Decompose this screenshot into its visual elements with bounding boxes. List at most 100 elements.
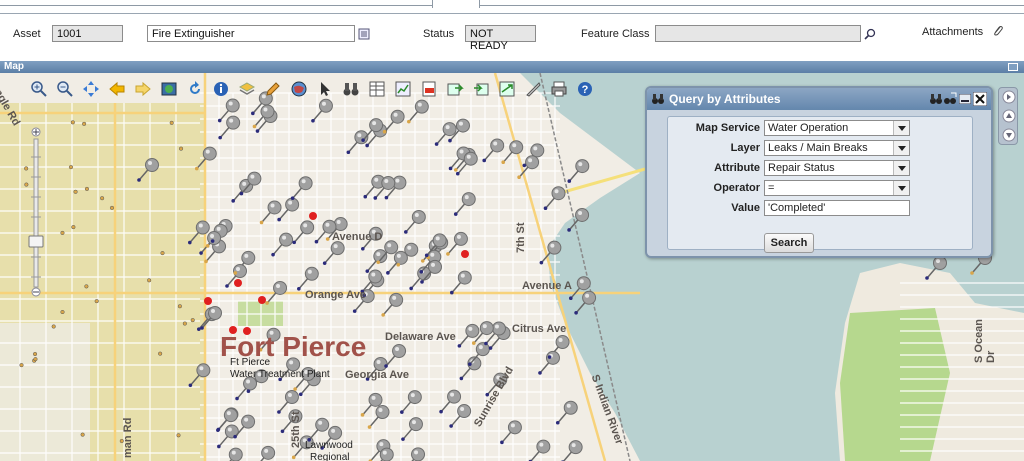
table-icon[interactable] — [366, 78, 388, 100]
globe-icon[interactable] — [288, 78, 310, 100]
point-marker — [322, 261, 327, 265]
feature-class-label: Feature Class — [581, 28, 650, 40]
georgia-ave-label: Georgia Ave — [345, 369, 409, 381]
citrus-ave-label: Citrus Ave — [512, 323, 567, 335]
chevron-down-icon[interactable] — [893, 141, 909, 155]
selected-marker[interactable] — [309, 212, 317, 220]
delaware-ave-label: Delaware Ave — [385, 331, 456, 343]
point-marker — [188, 383, 193, 388]
point-marker — [216, 428, 220, 432]
point-marker — [567, 228, 571, 232]
value-row: Value 'Completed' — [668, 199, 972, 217]
status-field: NOT READY — [465, 25, 536, 52]
attachments-label: Attachments — [922, 26, 984, 38]
binoculars-icon[interactable] — [340, 78, 362, 100]
search-icon[interactable] — [864, 28, 876, 40]
point-marker — [376, 260, 381, 265]
avenue-a-label: Avenue A — [522, 280, 572, 292]
point-marker — [178, 146, 184, 151]
point-marker — [33, 351, 38, 357]
layers-icon[interactable] — [236, 78, 258, 100]
sync-icon[interactable] — [496, 78, 518, 100]
chevron-down-icon[interactable] — [893, 161, 909, 175]
binoculars-icon — [652, 94, 664, 104]
point-marker — [70, 120, 75, 125]
point-marker — [538, 371, 542, 375]
measure-icon[interactable] — [522, 78, 544, 100]
select-arrow-icon[interactable] — [314, 78, 336, 100]
asset-field[interactable]: 1001 — [52, 25, 123, 42]
layer-row: Layer Leaks / Main Breaks — [668, 139, 972, 157]
lawnwood-label-2: Regional — [310, 452, 350, 461]
point-marker — [84, 284, 89, 289]
map-view[interactable]: Fort Pierce Ft Pierce Water Treatment Pl… — [0, 73, 1024, 461]
point-marker — [94, 299, 99, 304]
point-marker — [543, 206, 548, 211]
point-marker — [84, 186, 89, 191]
point-marker — [360, 413, 365, 417]
point-marker — [217, 118, 222, 123]
refresh-icon[interactable] — [184, 78, 206, 100]
point-marker — [277, 217, 281, 222]
point-marker — [970, 271, 974, 275]
chevron-down-icon[interactable] — [893, 121, 909, 135]
selected-marker[interactable] — [204, 297, 212, 305]
list-icon[interactable] — [358, 28, 370, 40]
paperclip-icon[interactable] — [992, 25, 1004, 37]
point-marker — [482, 158, 487, 163]
zoom-in-icon[interactable] — [28, 78, 50, 100]
point-marker — [68, 165, 74, 170]
point-marker — [448, 138, 452, 143]
selected-marker[interactable] — [258, 296, 266, 304]
point-marker — [271, 252, 275, 257]
map-toolbar: ? — [28, 77, 596, 101]
binoculars-icon[interactable] — [929, 92, 943, 106]
description-field[interactable]: Fire Extinguisher — [147, 25, 355, 42]
point-marker — [409, 286, 413, 291]
point-marker — [147, 278, 152, 283]
identify-icon[interactable] — [943, 92, 957, 106]
layer-select[interactable]: Leaks / Main Breaks — [764, 140, 910, 156]
pan-icon[interactable] — [80, 78, 102, 100]
forward-icon[interactable] — [132, 78, 154, 100]
zoom-slider[interactable] — [28, 127, 44, 297]
operator-value: = — [768, 182, 775, 194]
pan-navigator[interactable] — [998, 87, 1018, 145]
zoom-out-icon[interactable] — [54, 78, 76, 100]
help-icon[interactable]: ? — [574, 78, 596, 100]
full-extent-icon[interactable] — [158, 78, 180, 100]
point-marker — [259, 220, 264, 225]
selected-marker[interactable] — [461, 250, 469, 258]
import-icon[interactable] — [470, 78, 492, 100]
point-marker — [255, 129, 260, 133]
point-marker — [448, 166, 453, 171]
value-input[interactable]: 'Completed' — [764, 200, 910, 216]
point-marker — [204, 259, 208, 264]
selected-marker[interactable] — [234, 279, 242, 287]
point-marker — [82, 121, 87, 126]
operator-select[interactable]: = — [764, 180, 910, 196]
close-icon[interactable] — [973, 92, 987, 106]
chart-icon[interactable] — [392, 78, 414, 100]
minimize-button[interactable] — [1008, 63, 1018, 71]
point-marker — [522, 163, 527, 168]
map-service-select[interactable]: Water Operation — [764, 120, 910, 136]
point-marker — [51, 324, 56, 329]
search-button[interactable]: Search — [764, 233, 814, 253]
feature-class-field[interactable] — [655, 25, 861, 42]
minimize-icon[interactable] — [959, 94, 971, 104]
chevron-down-icon[interactable] — [893, 181, 909, 195]
print-icon[interactable] — [548, 78, 570, 100]
attribute-select[interactable]: Repair Status — [764, 160, 910, 176]
edit-icon[interactable] — [262, 78, 284, 100]
info-icon[interactable] — [210, 78, 232, 100]
active-tab[interactable] — [432, 0, 480, 8]
point-marker — [457, 344, 462, 348]
point-marker — [471, 341, 476, 345]
export-icon[interactable] — [444, 78, 466, 100]
point-marker — [539, 260, 544, 265]
back-icon[interactable] — [106, 78, 128, 100]
point-marker — [290, 196, 295, 201]
point-marker — [386, 271, 390, 275]
pdf-icon[interactable] — [418, 78, 440, 100]
